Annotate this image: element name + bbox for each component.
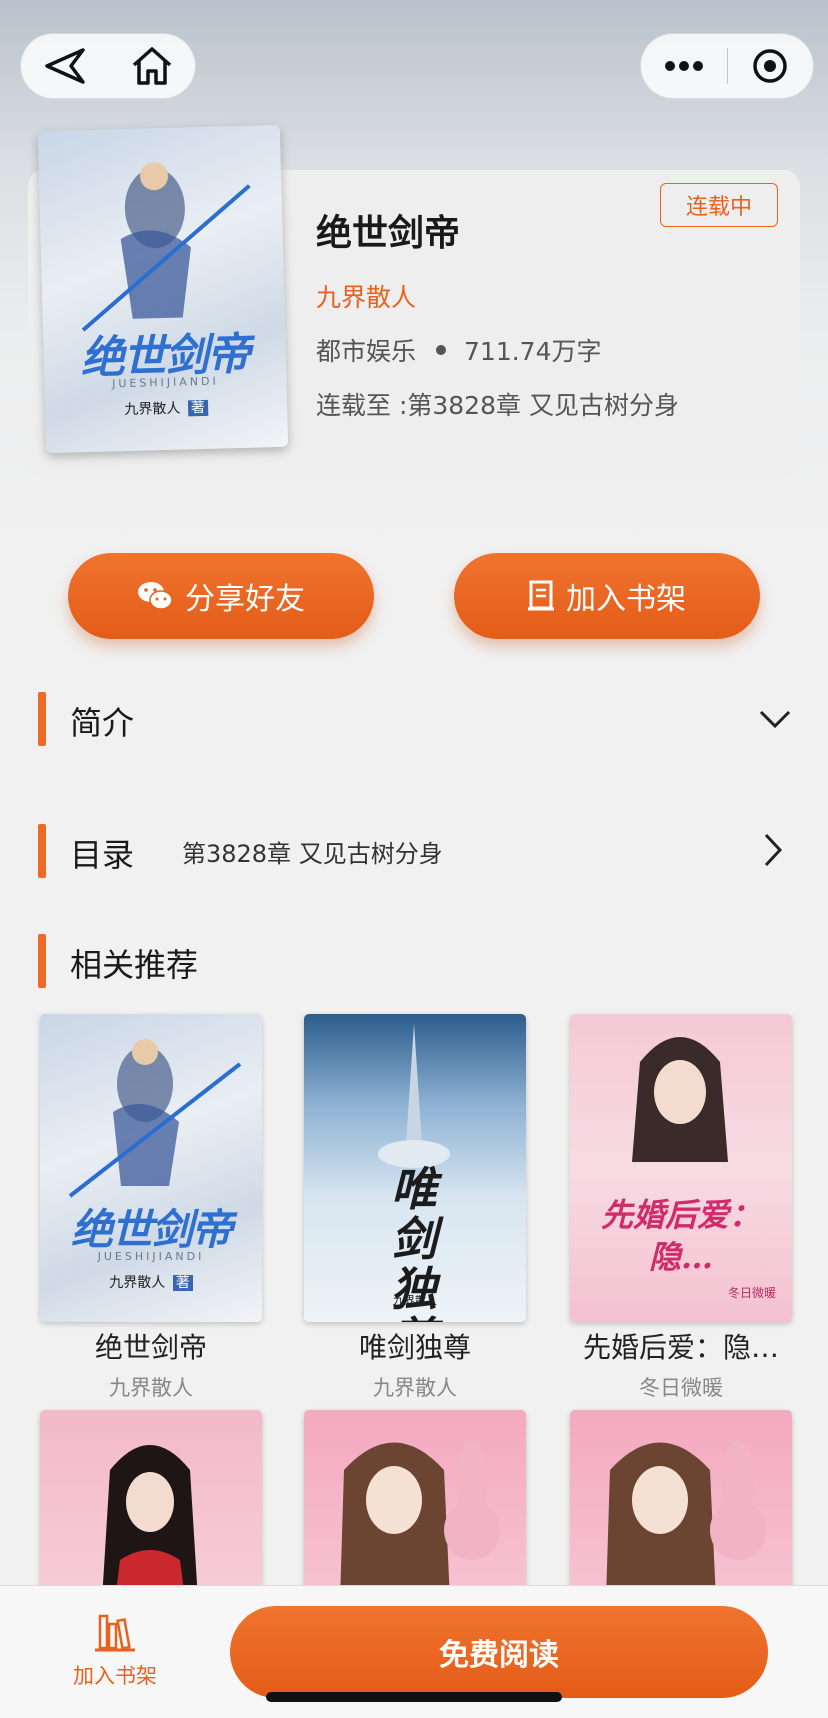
rec-cover-2[interactable]: 唯剑独尊 九界散人 xyxy=(304,1014,526,1322)
rec-cover-pinyin-1: JUESHIJIANDI xyxy=(97,1250,205,1263)
target-icon xyxy=(753,49,787,83)
book-word-count: 711.74万字 xyxy=(464,337,602,366)
rec-author-1: 九界散人 xyxy=(109,1376,193,1400)
rec-cover-4[interactable] xyxy=(40,1410,262,1600)
bottom-shelf-label: 加入书架 xyxy=(73,1664,157,1688)
rec-cover-1[interactable]: 绝世剑帝 JUESHIJIANDI 九界散人 著 xyxy=(40,1014,262,1322)
back-arrow-icon xyxy=(44,48,85,84)
book-cover[interactable]: 绝世剑帝 JUESHIJIANDI 九界散人 著 xyxy=(37,124,289,454)
toc-section-bar xyxy=(38,824,46,878)
share-label: 分享好友 xyxy=(185,582,305,617)
more-icon xyxy=(664,61,703,71)
close-miniprogram-button[interactable] xyxy=(728,34,814,98)
rec-author-2: 九界散人 xyxy=(373,1376,457,1400)
book-author[interactable]: 九界散人 xyxy=(316,278,416,314)
nav-capsule-right xyxy=(640,33,814,99)
chevron-down-icon[interactable] xyxy=(758,708,792,730)
home-button[interactable] xyxy=(108,34,195,98)
rec-cover-girl-4 xyxy=(102,1445,198,1600)
rec-cover-girl-bunny-5 xyxy=(340,1440,500,1600)
book-title: 绝世剑帝 xyxy=(316,213,461,254)
rec-cover-author-3: 冬日微暖 xyxy=(727,1286,776,1300)
rec-cover-author-1: 九界散人 著 xyxy=(40,1272,262,1292)
rec-name-3[interactable]: 先婚后爱：隐… xyxy=(560,1326,802,1366)
more-button[interactable] xyxy=(641,34,727,98)
rec-cover-author-2: 九界散人 xyxy=(393,1294,437,1307)
rec-cover-title-1: 绝世剑帝 xyxy=(70,1205,233,1254)
rec-cover-5[interactable] xyxy=(304,1410,526,1600)
rec-cover-title-3: 先婚后爱：隐… xyxy=(600,1196,761,1276)
share-friends-button[interactable]: 分享好友 xyxy=(68,553,374,639)
cover-figure xyxy=(81,162,251,332)
cover-author-tag: 著 xyxy=(187,399,209,417)
add-to-shelf-button[interactable]: 加入书架 xyxy=(454,553,760,639)
bookshelf-stack-icon xyxy=(95,1614,135,1652)
chevron-right-icon[interactable] xyxy=(762,832,784,868)
intro-section-bar xyxy=(38,692,46,746)
rec-cover-author-tag-1: 著 xyxy=(172,1275,193,1291)
rec-cover-girl-bunny-6 xyxy=(606,1440,766,1600)
home-icon xyxy=(132,47,171,85)
toc-latest-chapter[interactable]: 第3828章 又见古树分身 xyxy=(182,834,443,869)
intro-title[interactable]: 简介 xyxy=(70,698,134,744)
back-button[interactable] xyxy=(21,34,108,98)
cover-author-name: 九界散人 xyxy=(124,400,181,419)
book-category: 都市娱乐 xyxy=(316,337,417,366)
rec-author-3: 冬日微暖 xyxy=(639,1376,723,1400)
rec-cover-figure-1 xyxy=(68,1039,242,1198)
recommend-title: 相关推荐 xyxy=(70,946,199,984)
rec-cover-girl-3 xyxy=(632,1037,728,1162)
free-read-button[interactable]: 免费阅读 xyxy=(230,1606,768,1698)
toc-title[interactable]: 目录 xyxy=(70,830,134,876)
bookshelf-icon xyxy=(528,580,554,611)
home-indicator xyxy=(266,1692,562,1702)
status-badge: 连载中 xyxy=(660,183,778,227)
rec-name-2[interactable]: 唯剑独尊 xyxy=(294,1326,536,1366)
wechat-icon xyxy=(138,582,173,610)
meta-separator-dot xyxy=(436,345,447,355)
bottom-add-shelf-button[interactable]: 加入书架 xyxy=(60,1612,170,1690)
shelf-label: 加入书架 xyxy=(566,582,686,617)
rec-cover-3[interactable]: 先婚后爱：隐… 冬日微暖 xyxy=(570,1014,792,1322)
book-latest-chapter: 连载至 :第3828章 又见古树分身 xyxy=(316,391,679,420)
nav-capsule-left xyxy=(20,33,196,99)
rec-cover-author-name-1: 九界散人 xyxy=(109,1275,166,1291)
book-meta: 都市娱乐 711.74万字 xyxy=(316,332,602,368)
rec-name-1[interactable]: 绝世剑帝 xyxy=(30,1326,272,1366)
rec-cover-6[interactable] xyxy=(570,1410,792,1600)
recommend-section-bar xyxy=(38,934,46,988)
